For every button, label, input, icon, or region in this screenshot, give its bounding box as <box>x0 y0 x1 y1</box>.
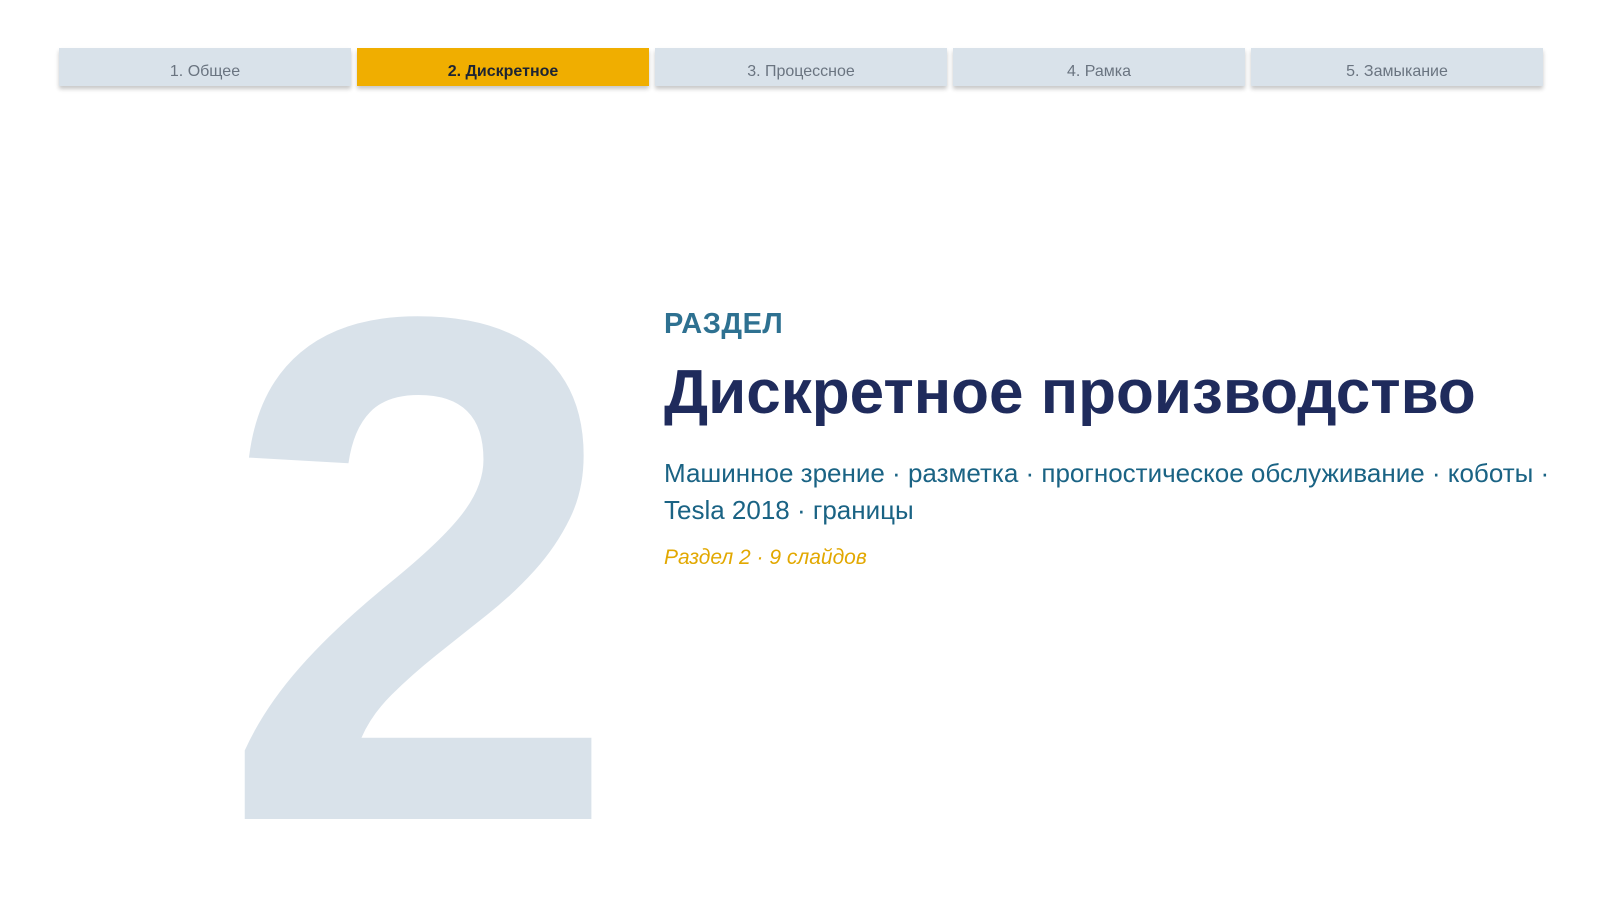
tab-frame[interactable]: 4. Рамка <box>953 48 1245 86</box>
slide: 1. Общее 2. Дискретное 3. Процессное 4. … <box>0 0 1600 900</box>
tab-process[interactable]: 3. Процессное <box>655 48 947 86</box>
tab-general[interactable]: 1. Общее <box>59 48 351 86</box>
section-subtitle: Машинное зрение · разметка · прогностиче… <box>664 458 1550 525</box>
tab-discrete[interactable]: 2. Дискретное <box>357 48 649 86</box>
section-number: 2 <box>219 167 621 900</box>
section-content: РАЗДЕЛ Дискретное производство Машинное … <box>664 305 1574 573</box>
tab-closing[interactable]: 5. Замыкание <box>1251 48 1543 86</box>
section-meta: Раздел 2 · 9 слайдов <box>664 546 867 569</box>
section-kicker: РАЗДЕЛ <box>664 308 784 340</box>
section-tabs: 1. Общее 2. Дискретное 3. Процессное 4. … <box>59 48 1543 86</box>
section-title: Дискретное производство <box>664 358 1476 427</box>
